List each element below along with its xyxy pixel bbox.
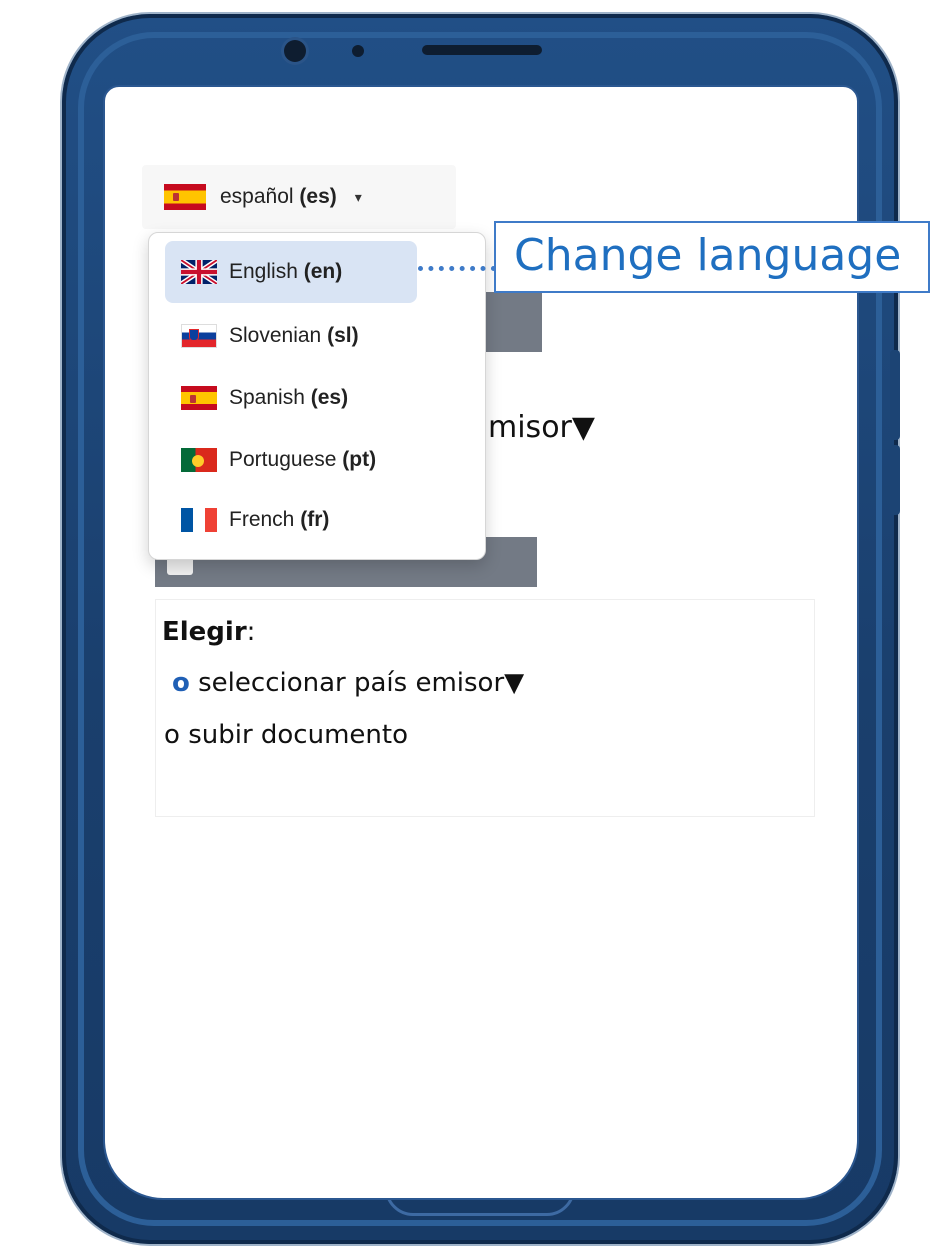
language-option-pt[interactable]: Portuguese (pt)	[165, 429, 417, 491]
partially-hidden-select-label: misor▼	[488, 410, 595, 445]
language-option-sl[interactable]: Slovenian (sl)	[165, 305, 417, 367]
power-button	[890, 445, 900, 515]
choose-card-title: Elegir:	[162, 617, 256, 647]
proximity-sensor-icon	[352, 45, 364, 57]
pt-flag-icon	[181, 448, 217, 472]
language-option-es[interactable]: Spanish (es)	[165, 367, 417, 429]
language-dropdown-menu: English (en) Slovenian (sl) Spanish (es)…	[148, 232, 486, 560]
language-option-label: Spanish (es)	[229, 386, 349, 409]
volume-button	[890, 350, 900, 440]
bullet-marker: o	[164, 720, 180, 750]
language-option-en[interactable]: English (en)	[165, 241, 417, 303]
language-option-label: English (en)	[229, 260, 343, 283]
callout-connector	[418, 266, 496, 271]
change-language-callout: Change language	[494, 221, 930, 293]
language-selector[interactable]: español (es) ▾	[142, 165, 456, 229]
select-country-label: seleccionar país emisor▼	[198, 668, 525, 698]
select-country-option[interactable]: o seleccionar país emisor▼	[172, 668, 524, 698]
language-option-label: French (fr)	[229, 508, 330, 531]
es-flag-icon	[181, 386, 217, 410]
bullet-marker: o	[172, 668, 190, 698]
chevron-down-icon: ▾	[354, 188, 362, 205]
language-option-label: Portuguese (pt)	[229, 448, 377, 471]
language-option-label: Slovenian (sl)	[229, 324, 359, 347]
earpiece-speaker	[422, 45, 542, 55]
front-camera-icon	[284, 40, 306, 62]
current-language-label: español (es)	[220, 185, 337, 208]
es-flag-icon	[164, 184, 206, 210]
language-option-fr[interactable]: French (fr)	[165, 489, 417, 551]
upload-document-option[interactable]: o subir documento	[164, 720, 408, 750]
si-flag-icon	[181, 324, 217, 348]
gb-flag-icon	[181, 260, 217, 284]
upload-document-label: subir documento	[188, 720, 408, 750]
fr-flag-icon	[181, 508, 217, 532]
